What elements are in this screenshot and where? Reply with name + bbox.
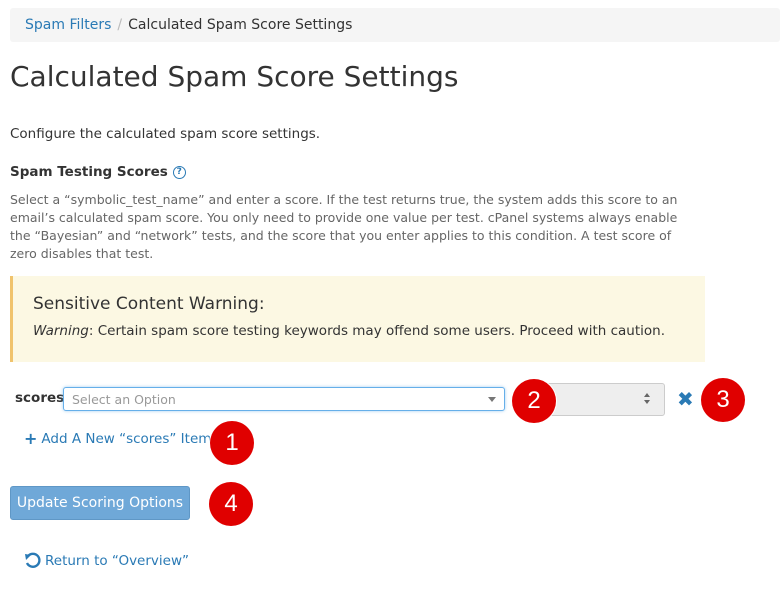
select-placeholder: Select an Option — [72, 392, 176, 407]
warning-message: : Certain spam score testing keywords ma… — [88, 323, 666, 339]
scores-label: scores — [15, 390, 65, 406]
section-title: Spam Testing Scores ? — [10, 164, 186, 180]
return-link-label: Return to “Overview” — [45, 553, 189, 569]
chevron-down-icon — [488, 397, 496, 402]
symbolic-test-select[interactable]: Select an Option — [63, 387, 505, 411]
annotation-badge-1: 1 — [210, 421, 254, 465]
warning-title: Sensitive Content Warning: — [33, 294, 265, 314]
page-title: Calculated Spam Score Settings — [10, 60, 459, 93]
breadcrumb-link-spam-filters[interactable]: Spam Filters — [25, 17, 111, 33]
section-title-label: Spam Testing Scores — [10, 164, 168, 180]
annotation-badge-3: 3 — [701, 378, 745, 422]
score-number-input[interactable] — [540, 383, 665, 416]
breadcrumb: Spam Filters / Calculated Spam Score Setti… — [10, 8, 780, 42]
annotation-badge-2: 2 — [512, 379, 556, 423]
intro-text: Configure the calculated spam score sett… — [10, 126, 321, 142]
remove-item-icon[interactable]: ✖ — [677, 388, 694, 410]
undo-arrow-icon — [25, 552, 41, 568]
add-scores-item-link[interactable]: + Add A New “scores” Item — [24, 429, 212, 448]
annotation-badge-4: 4 — [209, 482, 253, 526]
warning-label: Warning — [33, 323, 89, 339]
breadcrumb-current: Calculated Spam Score Settings — [128, 17, 353, 33]
number-spinner-icon[interactable] — [644, 393, 652, 407]
update-scoring-options-button[interactable]: Update Scoring Options — [10, 486, 190, 520]
return-to-overview-link[interactable]: Return to “Overview” — [24, 552, 189, 570]
question-circle-icon[interactable]: ? — [172, 165, 186, 179]
warning-text: Warning: Certain spam score testing keyw… — [33, 323, 685, 339]
sensitive-content-warning: Sensitive Content Warning: Warning: Cert… — [10, 276, 705, 362]
breadcrumb-separator: / — [117, 17, 123, 33]
plus-icon: + — [24, 429, 38, 448]
section-description: Select a “symbolic_test_name” and enter … — [10, 192, 678, 261]
add-scores-item-label: Add A New “scores” Item — [41, 431, 212, 447]
